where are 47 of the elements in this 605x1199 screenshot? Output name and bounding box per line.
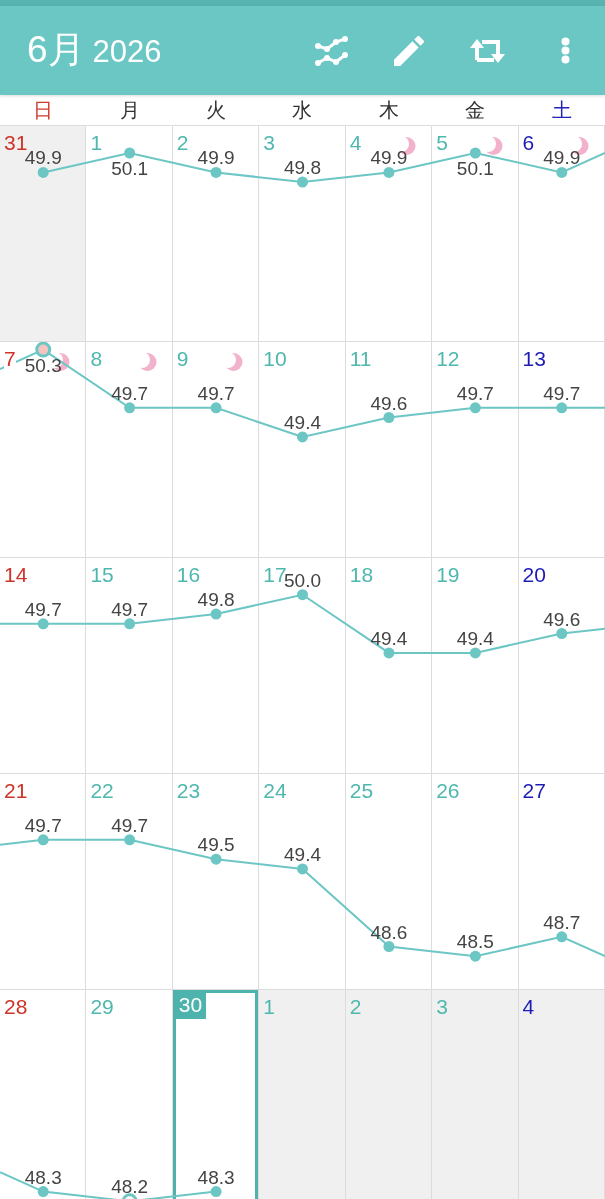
- weekday-label: 金: [465, 98, 486, 122]
- weight-label: 49.5: [197, 834, 235, 856]
- weight-label: 48.3: [24, 1166, 62, 1188]
- weight-label: 50.1: [456, 158, 494, 179]
- weight-label: 49.6: [543, 608, 581, 630]
- weight-label: 49.7: [111, 814, 149, 836]
- weight-label: 48.7: [543, 911, 581, 933]
- weight-label: 49.7: [456, 382, 494, 404]
- weight-label: 49.4: [284, 843, 321, 865]
- weight-label: 48.2: [111, 1176, 149, 1198]
- weight-label: 49.4: [370, 627, 408, 649]
- weekday-label: 月: [119, 98, 140, 122]
- weight-label: 48.6: [370, 921, 408, 943]
- weight-label: 49.9: [197, 147, 235, 169]
- weight-label: 49.8: [197, 589, 235, 611]
- day-cell[interactable]: 4: [518, 990, 605, 1199]
- weight-label: 49.7: [24, 814, 62, 836]
- weight-label: 48.3: [197, 1166, 235, 1188]
- weight-label: 49.4: [284, 411, 321, 433]
- weekday-label: 木: [378, 98, 399, 122]
- weekday-label: 土: [551, 98, 572, 122]
- day-cell[interactable]: 3: [432, 990, 519, 1199]
- weight-label: 49.9: [543, 147, 581, 169]
- day-cell[interactable]: 1: [259, 990, 346, 1199]
- weight-label: 49.7: [111, 382, 149, 404]
- pencil-icon: [394, 35, 424, 66]
- weekday-label: 火: [206, 98, 227, 122]
- weight-label: 49.6: [370, 392, 408, 414]
- weight-label: 49.4: [456, 627, 494, 649]
- line-chart-icon: [314, 35, 348, 66]
- weight-label: 50.3: [24, 354, 62, 376]
- weight-label: 49.7: [24, 598, 62, 620]
- day-cell[interactable]: 2: [345, 990, 433, 1199]
- weight-label: 49.8: [284, 157, 321, 179]
- more-vertical-icon: [560, 37, 570, 64]
- weight-label: 48.5: [456, 931, 494, 953]
- weight-label: 49.9: [370, 147, 408, 169]
- weekday-label: 水: [292, 98, 313, 122]
- weekday-label: 日: [33, 98, 54, 122]
- weight-label: 50.1: [111, 158, 149, 179]
- month-title: 6月: [27, 30, 85, 71]
- year-title: 2026: [92, 35, 162, 70]
- repeat-icon: [469, 37, 505, 64]
- weight-label: 49.7: [111, 598, 149, 620]
- weight-label: 49.7: [543, 382, 581, 404]
- day-number: 30: [174, 991, 207, 1019]
- weight-label: 49.7: [197, 382, 235, 404]
